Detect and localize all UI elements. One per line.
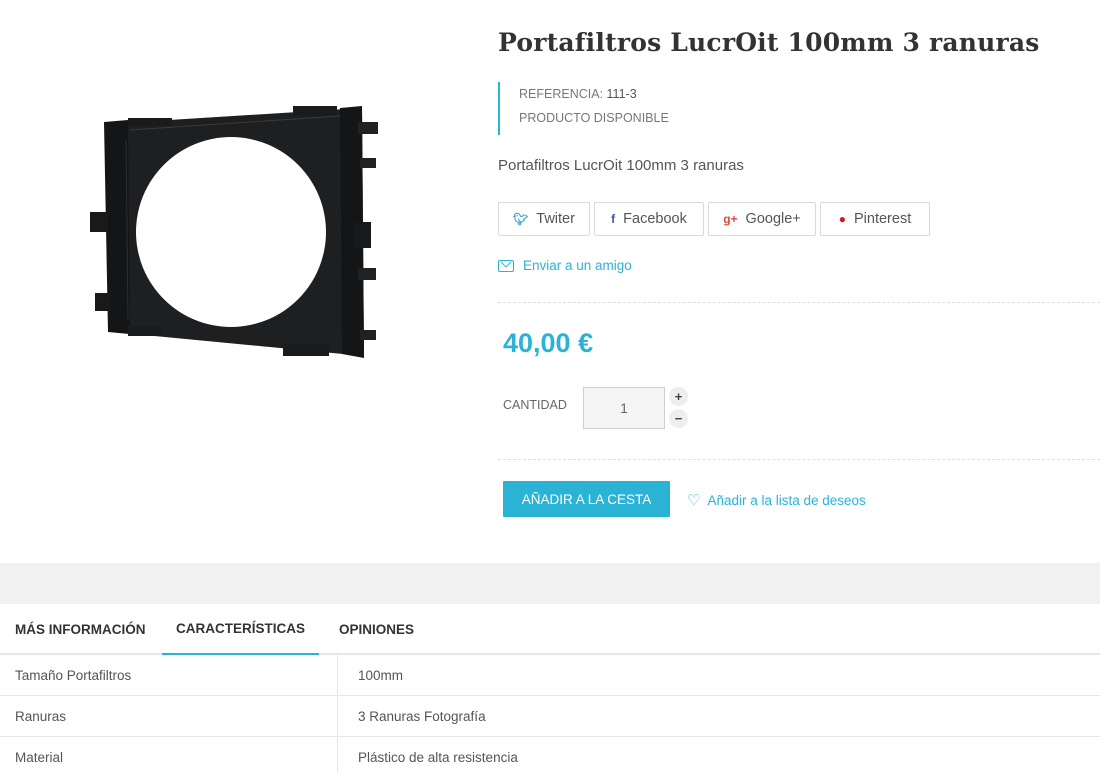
table-row: Material Plástico de alta resistencia bbox=[0, 737, 1100, 772]
filter-holder-image bbox=[90, 106, 378, 358]
divider bbox=[498, 459, 1100, 460]
wishlist-label: Añadir a la lista de deseos bbox=[707, 492, 866, 508]
add-to-wishlist-link[interactable]: ♡ Añadir a la lista de deseos bbox=[687, 491, 866, 509]
feature-name: Material bbox=[15, 749, 64, 765]
product-title: Portafiltros LucrOit 100mm 3 ranuras bbox=[498, 28, 1040, 57]
column-divider bbox=[337, 737, 338, 772]
quantity-label: CANTIDAD bbox=[503, 398, 567, 412]
quantity-decrease-button[interactable]: − bbox=[669, 409, 688, 428]
share-google-plus-button[interactable]: g+ Google+ bbox=[708, 202, 816, 236]
send-to-friend-link[interactable]: Enviar a un amigo bbox=[498, 258, 632, 273]
short-description: Portafiltros LucrOit 100mm 3 ranuras bbox=[498, 157, 744, 174]
tab-more-info[interactable]: MÁS INFORMACIÓN bbox=[15, 604, 146, 655]
feature-name: Tamaño Portafiltros bbox=[15, 667, 132, 683]
share-pinterest-button[interactable]: ● Pinterest bbox=[820, 202, 930, 236]
table-row: Ranuras 3 Ranuras Fotografía bbox=[0, 696, 1100, 737]
product-section: Portafiltros LucrOit 100mm 3 ranuras REF… bbox=[0, 0, 1100, 563]
product-reference-box: REFERENCIA: 111-3 PRODUCTO DISPONIBLE bbox=[498, 82, 669, 135]
feature-value: 100mm bbox=[358, 667, 404, 683]
availability-status: PRODUCTO DISPONIBLE bbox=[519, 111, 669, 125]
column-divider bbox=[337, 655, 338, 696]
features-table: Tamaño Portafiltros 100mm Ranuras 3 Ranu… bbox=[0, 655, 1100, 772]
reference-value: 111-3 bbox=[606, 87, 637, 101]
heart-icon: ♡ bbox=[687, 492, 701, 509]
tab-features[interactable]: CARACTERÍSTICAS bbox=[162, 604, 319, 655]
share-facebook-button[interactable]: f Facebook bbox=[594, 202, 704, 236]
product-image[interactable] bbox=[0, 0, 470, 520]
facebook-icon: f bbox=[611, 212, 616, 226]
share-pinterest-label: Pinterest bbox=[854, 211, 912, 227]
share-google-plus-label: Google+ bbox=[745, 211, 801, 227]
reference-label: REFERENCIA: bbox=[519, 87, 604, 101]
column-divider bbox=[337, 696, 338, 737]
reference-line: REFERENCIA: 111-3 bbox=[519, 82, 669, 106]
envelope-icon bbox=[498, 259, 514, 272]
send-to-friend-label: Enviar a un amigo bbox=[523, 258, 632, 273]
divider bbox=[498, 302, 1100, 303]
google-plus-icon: g+ bbox=[723, 212, 738, 226]
feature-value: Plástico de alta resistencia bbox=[358, 749, 518, 765]
product-price: 40,00 € bbox=[503, 328, 594, 358]
add-to-cart-button[interactable]: AÑADIR A LA CESTA bbox=[503, 481, 670, 517]
share-facebook-label: Facebook bbox=[623, 211, 687, 227]
tab-reviews[interactable]: OPINIONES bbox=[339, 604, 414, 655]
quantity-increase-button[interactable]: + bbox=[669, 387, 688, 406]
feature-name: Ranuras bbox=[15, 708, 67, 724]
quantity-input[interactable]: 1 bbox=[583, 387, 665, 429]
feature-value: 3 Ranuras Fotografía bbox=[358, 708, 486, 724]
table-row: Tamaño Portafiltros 100mm bbox=[0, 655, 1100, 696]
section-separator-band bbox=[0, 563, 1100, 604]
pinterest-icon: ● bbox=[838, 212, 846, 226]
twitter-icon: 🐦︎ bbox=[513, 212, 529, 226]
product-tabs: MÁS INFORMACIÓN CARACTERÍSTICAS OPINIONE… bbox=[0, 604, 1100, 655]
share-twitter-label: Twiter bbox=[536, 211, 575, 227]
share-twitter-button[interactable]: 🐦︎ Twiter bbox=[498, 202, 590, 236]
